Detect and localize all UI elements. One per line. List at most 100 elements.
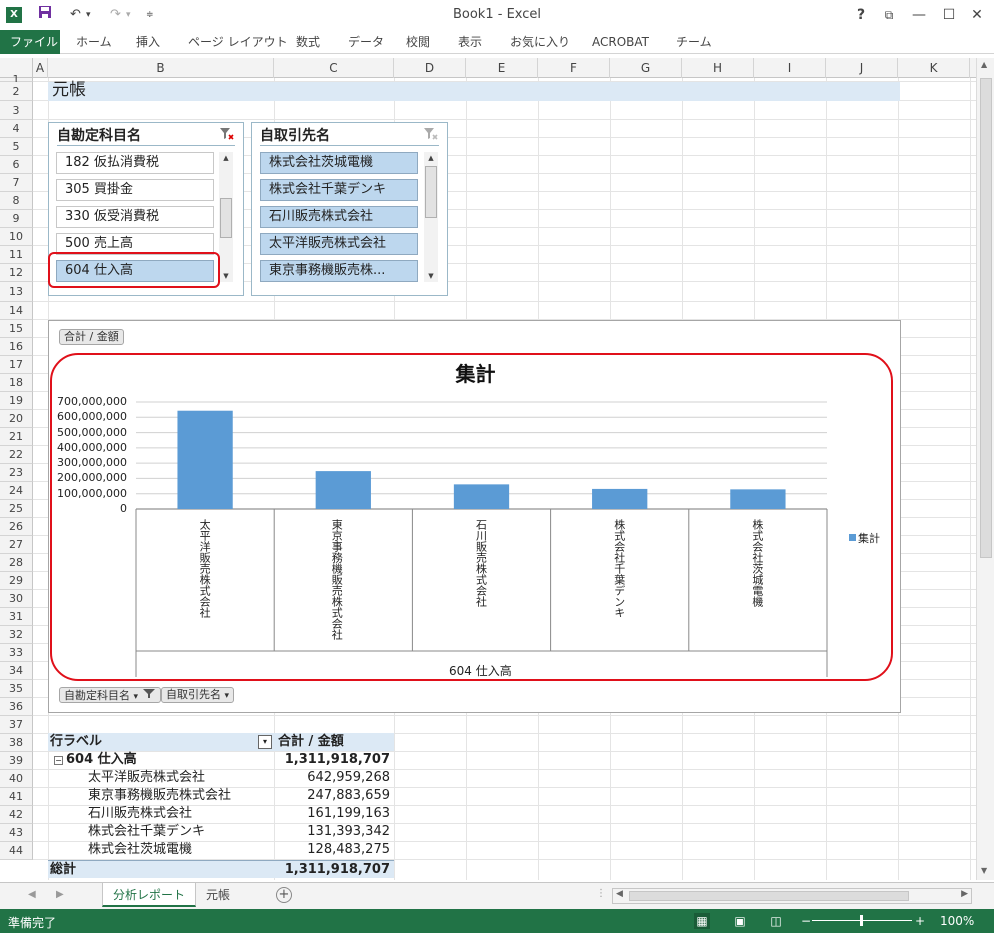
scroll-up-icon[interactable]: ▲ (219, 152, 233, 164)
row-header[interactable]: 23 (0, 464, 33, 482)
bar[interactable] (177, 410, 233, 509)
slicer-account-item[interactable]: 182 仮払消費税 (56, 152, 214, 174)
zoom-out-icon[interactable]: − (798, 913, 814, 929)
page-layout-view-icon[interactable]: ▣ (732, 913, 748, 929)
row-header[interactable]: 16 (0, 338, 33, 356)
row-header[interactable]: 2 (0, 82, 33, 101)
horizontal-scroll-thumb[interactable] (629, 891, 909, 901)
row-header[interactable]: 36 (0, 698, 33, 716)
tab-review[interactable]: 校閲 (406, 30, 430, 54)
row-header[interactable]: 27 (0, 536, 33, 554)
minimize-button[interactable]: — (906, 5, 932, 25)
slicer-account-item[interactable]: 305 買掛金 (56, 179, 214, 201)
tab-view[interactable]: 表示 (458, 30, 482, 54)
row-header[interactable]: 29 (0, 572, 33, 590)
slicer-account-scrollbar[interactable]: ▲ ▼ (219, 152, 233, 282)
row-header[interactable]: 26 (0, 518, 33, 536)
filter-button-partner[interactable]: 自取引先名 ▾ (161, 687, 235, 703)
sheet-tab-analysis[interactable]: 分析レポート (102, 883, 197, 907)
row-header[interactable]: 32 (0, 626, 33, 644)
row-header[interactable]: 25 (0, 500, 33, 518)
row-header[interactable]: 20 (0, 410, 33, 428)
maximize-button[interactable]: ☐ (936, 5, 962, 25)
column-header-d[interactable]: D (394, 58, 466, 78)
tab-acrobat[interactable]: ACROBAT (592, 30, 649, 54)
row-header[interactable]: 38 (0, 734, 33, 752)
row-header[interactable]: 39 (0, 752, 33, 770)
tab-insert[interactable]: 挿入 (136, 30, 160, 54)
scroll-thumb[interactable] (220, 198, 232, 238)
scroll-up-icon[interactable]: ▲ (981, 60, 987, 69)
column-header-i[interactable]: I (754, 58, 826, 78)
clear-filter-icon[interactable] (219, 127, 235, 141)
row-header[interactable]: 21 (0, 428, 33, 446)
row-header[interactable]: 28 (0, 554, 33, 572)
row-header[interactable]: 3 (0, 101, 33, 120)
zoom-slider-thumb[interactable] (860, 915, 863, 926)
scroll-down-icon[interactable]: ▼ (981, 866, 987, 875)
tab-file[interactable]: ファイル (0, 30, 60, 54)
sheet-tab-ledger[interactable]: 元帳 (196, 883, 240, 907)
row-header[interactable]: 4 (0, 120, 33, 138)
zoom-in-icon[interactable]: + (912, 913, 928, 929)
slicer-account-item[interactable]: 330 仮受消費税 (56, 206, 214, 228)
row-header[interactable]: 19 (0, 392, 33, 410)
tab-splitter-icon[interactable]: ⋮ (596, 888, 606, 899)
column-header-a[interactable]: A (33, 58, 48, 78)
row-header[interactable]: 13 (0, 282, 33, 302)
row-header[interactable]: 37 (0, 716, 33, 734)
column-header-b[interactable]: B (48, 58, 274, 78)
bar[interactable] (453, 484, 510, 509)
scroll-right-icon[interactable]: ▶ (961, 889, 968, 899)
column-header-j[interactable]: J (826, 58, 898, 78)
row-header[interactable]: 10 (0, 228, 33, 246)
row-header[interactable]: 11 (0, 246, 33, 264)
pivot-chart[interactable]: 合計 / 金額 集計 集計 604 仕入高 自勘定科目名 ▾ 自取引先名 ▾ 7… (48, 320, 901, 713)
scroll-thumb[interactable] (425, 166, 437, 218)
collapse-icon[interactable]: − (54, 756, 63, 765)
row-header[interactable]: 34 (0, 662, 33, 680)
scroll-up-icon[interactable]: ▲ (424, 152, 438, 164)
scroll-down-icon[interactable]: ▼ (424, 270, 438, 282)
help-button[interactable]: ? (848, 5, 874, 25)
vertical-scroll-thumb[interactable] (980, 78, 992, 558)
filter-dropdown-icon[interactable]: ▾ (258, 735, 272, 749)
tab-team[interactable]: チーム (676, 30, 712, 54)
row-header[interactable]: 8 (0, 192, 33, 210)
scroll-down-icon[interactable]: ▼ (219, 270, 233, 282)
tab-page-layout[interactable]: ページ レイアウト (188, 30, 288, 54)
ribbon-display-button[interactable]: ⧉ (876, 5, 902, 25)
tab-home[interactable]: ホーム (76, 30, 112, 54)
vertical-scrollbar[interactable]: ▲ ▼ (976, 58, 994, 880)
row-header[interactable]: 14 (0, 302, 33, 320)
slicer-partner-item[interactable]: 株式会社千葉デンキ (260, 179, 418, 201)
tab-scroll-left-icon[interactable]: ◀ (28, 889, 36, 900)
slicer-partner-item[interactable]: 太平洋販売株式会社 (260, 233, 418, 255)
clear-filter-icon[interactable] (423, 127, 439, 141)
normal-view-icon[interactable]: ▦ (694, 913, 710, 929)
horizontal-scrollbar[interactable]: ◀ ▶ (612, 888, 972, 904)
slicer-partner-item[interactable]: 東京事務機販売株... (260, 260, 418, 282)
slicer-partner-scrollbar[interactable]: ▲ ▼ (424, 152, 438, 282)
close-button[interactable]: ✕ (964, 5, 990, 25)
tab-scroll-right-icon[interactable]: ▶ (56, 889, 64, 900)
column-header-f[interactable]: F (538, 58, 610, 78)
zoom-level[interactable]: 100% (940, 914, 974, 928)
column-header-c[interactable]: C (274, 58, 394, 78)
row-header[interactable]: 17 (0, 356, 33, 374)
bar[interactable] (730, 489, 786, 509)
column-header-g[interactable]: G (610, 58, 682, 78)
row-header[interactable]: 15 (0, 320, 33, 338)
row-header[interactable]: 44 (0, 842, 33, 860)
scroll-left-icon[interactable]: ◀ (616, 889, 623, 899)
row-header[interactable]: 31 (0, 608, 33, 626)
column-header-h[interactable]: H (682, 58, 754, 78)
worksheet-grid[interactable]: A B C D E F G H I J K 1 2 3 4 5 6 7 8 9 10 11 12 13 1… (0, 58, 976, 880)
row-header[interactable]: 42 (0, 806, 33, 824)
add-sheet-icon[interactable]: + (276, 887, 292, 903)
tab-favorites[interactable]: お気に入り (510, 30, 570, 54)
slicer-partner-item[interactable]: 石川販売株式会社 (260, 206, 418, 228)
tab-formulas[interactable]: 数式 (296, 30, 320, 54)
row-header[interactable]: 41 (0, 788, 33, 806)
row-header[interactable]: 30 (0, 590, 33, 608)
